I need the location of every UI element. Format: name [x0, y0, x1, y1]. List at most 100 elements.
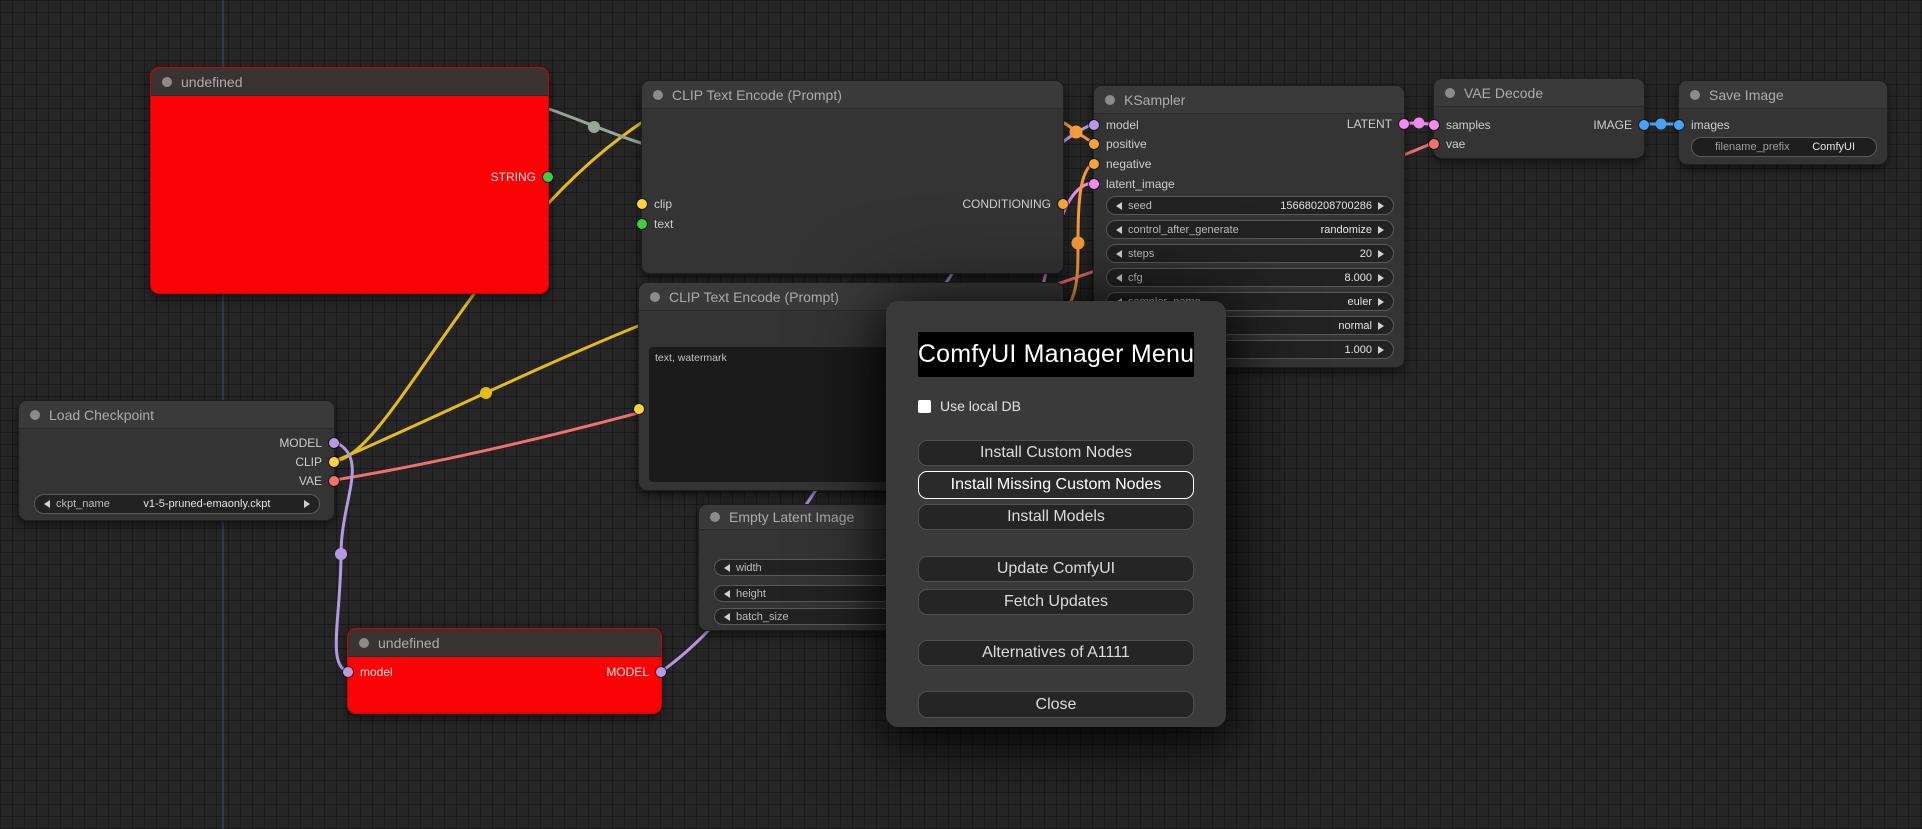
install-custom-nodes-button[interactable]: Install Custom Nodes [918, 440, 1194, 466]
collapse-dot-icon[interactable] [1105, 94, 1115, 105]
output-port-row: MODEL [279, 436, 339, 450]
port-label: MODEL [606, 665, 649, 679]
node-header[interactable]: Load Checkpoint [19, 401, 334, 429]
decrement-arrow-icon[interactable] [724, 563, 730, 572]
widget-value: ComfyUI [1812, 141, 1855, 153]
collapse-dot-icon[interactable] [1690, 89, 1700, 100]
widget-label: batch_size [736, 610, 789, 623]
port-label: negative [1106, 157, 1152, 171]
node-header[interactable]: CLIP Text Encode (Prompt) [642, 81, 1063, 109]
increment-arrow-icon[interactable] [1378, 249, 1384, 258]
node-title: Empty Latent Image [729, 509, 855, 525]
link-midpoint-dot[interactable] [1071, 236, 1085, 250]
input-port-row: model [1089, 118, 1139, 132]
model-output-port[interactable] [656, 667, 666, 677]
increment-arrow-icon[interactable] [1378, 225, 1384, 234]
link-midpoint-dot[interactable] [588, 121, 600, 133]
control-after-generate-widget[interactable]: control_after_generate randomize [1106, 220, 1394, 239]
text-input-port[interactable] [637, 219, 647, 229]
node-vae-decode[interactable]: VAE Decode samples vae IMAGE [1429, 78, 1649, 159]
decrement-arrow-icon[interactable] [1116, 201, 1122, 210]
increment-arrow-icon[interactable] [1378, 201, 1384, 210]
increment-arrow-icon[interactable] [304, 500, 310, 508]
model-input-port[interactable] [343, 667, 353, 677]
port-label: STRING [490, 170, 536, 184]
model-input-port[interactable] [1089, 120, 1099, 130]
install-missing-custom-nodes-button[interactable]: Install Missing Custom Nodes [918, 471, 1194, 499]
node-title: CLIP Text Encode (Prompt) [672, 86, 842, 103]
cfg-widget[interactable]: cfg 8.000 [1106, 268, 1394, 287]
clip-input-port[interactable] [634, 404, 644, 414]
vae-input-port[interactable] [1429, 139, 1439, 149]
node-header[interactable]: Save Image [1679, 81, 1887, 109]
port-label: latent_image [1106, 177, 1175, 191]
node-title: Save Image [1709, 86, 1784, 103]
widget-value: 156680208700286 [1280, 199, 1372, 212]
clip-input-port[interactable] [637, 199, 647, 209]
link-midpoint-dot[interactable] [1069, 125, 1083, 139]
port-label: samples [1446, 118, 1491, 132]
node-title: CLIP Text Encode (Prompt) [669, 288, 839, 305]
widget-value: 20 [1359, 247, 1372, 260]
increment-arrow-icon[interactable] [1378, 345, 1384, 354]
close-button[interactable]: Close [918, 691, 1194, 718]
collapse-dot-icon[interactable] [359, 637, 369, 648]
positive-input-port[interactable] [1089, 139, 1099, 149]
node-graph-canvas[interactable]: undefined STRING CLIP Text Encode (Promp… [0, 0, 1922, 829]
link-midpoint-dot[interactable] [335, 548, 347, 560]
steps-widget[interactable]: steps 20 [1106, 244, 1394, 263]
decrement-arrow-icon[interactable] [1116, 249, 1122, 258]
node-title: KSampler [1124, 91, 1186, 108]
decrement-arrow-icon[interactable] [44, 500, 50, 508]
install-models-button[interactable]: Install Models [918, 504, 1194, 530]
link-midpoint-dot[interactable] [1655, 118, 1667, 130]
node-header[interactable]: KSampler [1094, 86, 1404, 114]
collapse-dot-icon[interactable] [710, 512, 720, 522]
node-clip-text-encode-1[interactable]: CLIP Text Encode (Prompt) clip text COND… [637, 80, 1068, 274]
link-midpoint-dot[interactable] [480, 387, 492, 399]
seed-widget[interactable]: seed 156680208700286 [1106, 196, 1394, 215]
filename-prefix-widget[interactable]: filename_prefix ComfyUI [1691, 137, 1877, 157]
string-output-port[interactable] [543, 172, 553, 182]
node-save-image[interactable]: Save Image images filename_prefix ComfyU… [1674, 80, 1888, 165]
decrement-arrow-icon[interactable] [724, 589, 730, 598]
negative-input-port[interactable] [1089, 159, 1099, 169]
ckpt-name-widget[interactable]: ckpt_name v1-5-pruned-emaonly.ckpt [34, 494, 320, 514]
input-port-row: model [343, 665, 393, 679]
images-input-port[interactable] [1674, 120, 1684, 130]
fetch-updates-button[interactable]: Fetch Updates [918, 589, 1194, 615]
increment-arrow-icon[interactable] [1378, 321, 1384, 330]
collapse-dot-icon[interactable] [162, 76, 172, 87]
model-output-port[interactable] [329, 438, 339, 448]
conditioning-output-port[interactable] [1058, 199, 1068, 209]
output-port-row: STRING [490, 170, 553, 184]
link-midpoint-dot[interactable] [1413, 117, 1425, 129]
latent-output-port[interactable] [1399, 119, 1409, 129]
samples-input-port[interactable] [1429, 120, 1439, 130]
node-undefined-bottom[interactable]: undefined model MODEL [343, 628, 666, 714]
use-local-db-checkbox[interactable] [918, 399, 931, 413]
clip-output-port[interactable] [329, 457, 339, 467]
decrement-arrow-icon[interactable] [1116, 273, 1122, 282]
collapse-dot-icon[interactable] [1445, 87, 1455, 98]
node-load-checkpoint[interactable]: Load Checkpoint MODEL CLIP VAE ckpt_name… [18, 400, 339, 521]
node-header[interactable]: VAE Decode [1434, 79, 1644, 107]
collapse-dot-icon[interactable] [650, 291, 660, 302]
increment-arrow-icon[interactable] [1378, 273, 1384, 282]
node-header[interactable]: undefined [348, 629, 661, 657]
node-header[interactable]: undefined [151, 68, 548, 96]
decrement-arrow-icon[interactable] [724, 612, 730, 621]
latent-image-input-port[interactable] [1089, 179, 1099, 189]
node-undefined-top[interactable]: undefined STRING [150, 67, 553, 294]
increment-arrow-icon[interactable] [1378, 297, 1384, 306]
alternatives-of-a1111-button[interactable]: Alternatives of A1111 [918, 640, 1194, 666]
vae-output-port[interactable] [329, 476, 339, 486]
image-output-port[interactable] [1639, 120, 1649, 130]
collapse-dot-icon[interactable] [30, 409, 40, 420]
port-label: text [654, 217, 674, 231]
update-comfyui-button[interactable]: Update ComfyUI [918, 556, 1194, 582]
collapse-dot-icon[interactable] [653, 89, 663, 100]
node-title: VAE Decode [1464, 84, 1544, 101]
decrement-arrow-icon[interactable] [1116, 225, 1122, 234]
widget-value: euler [1347, 295, 1372, 308]
